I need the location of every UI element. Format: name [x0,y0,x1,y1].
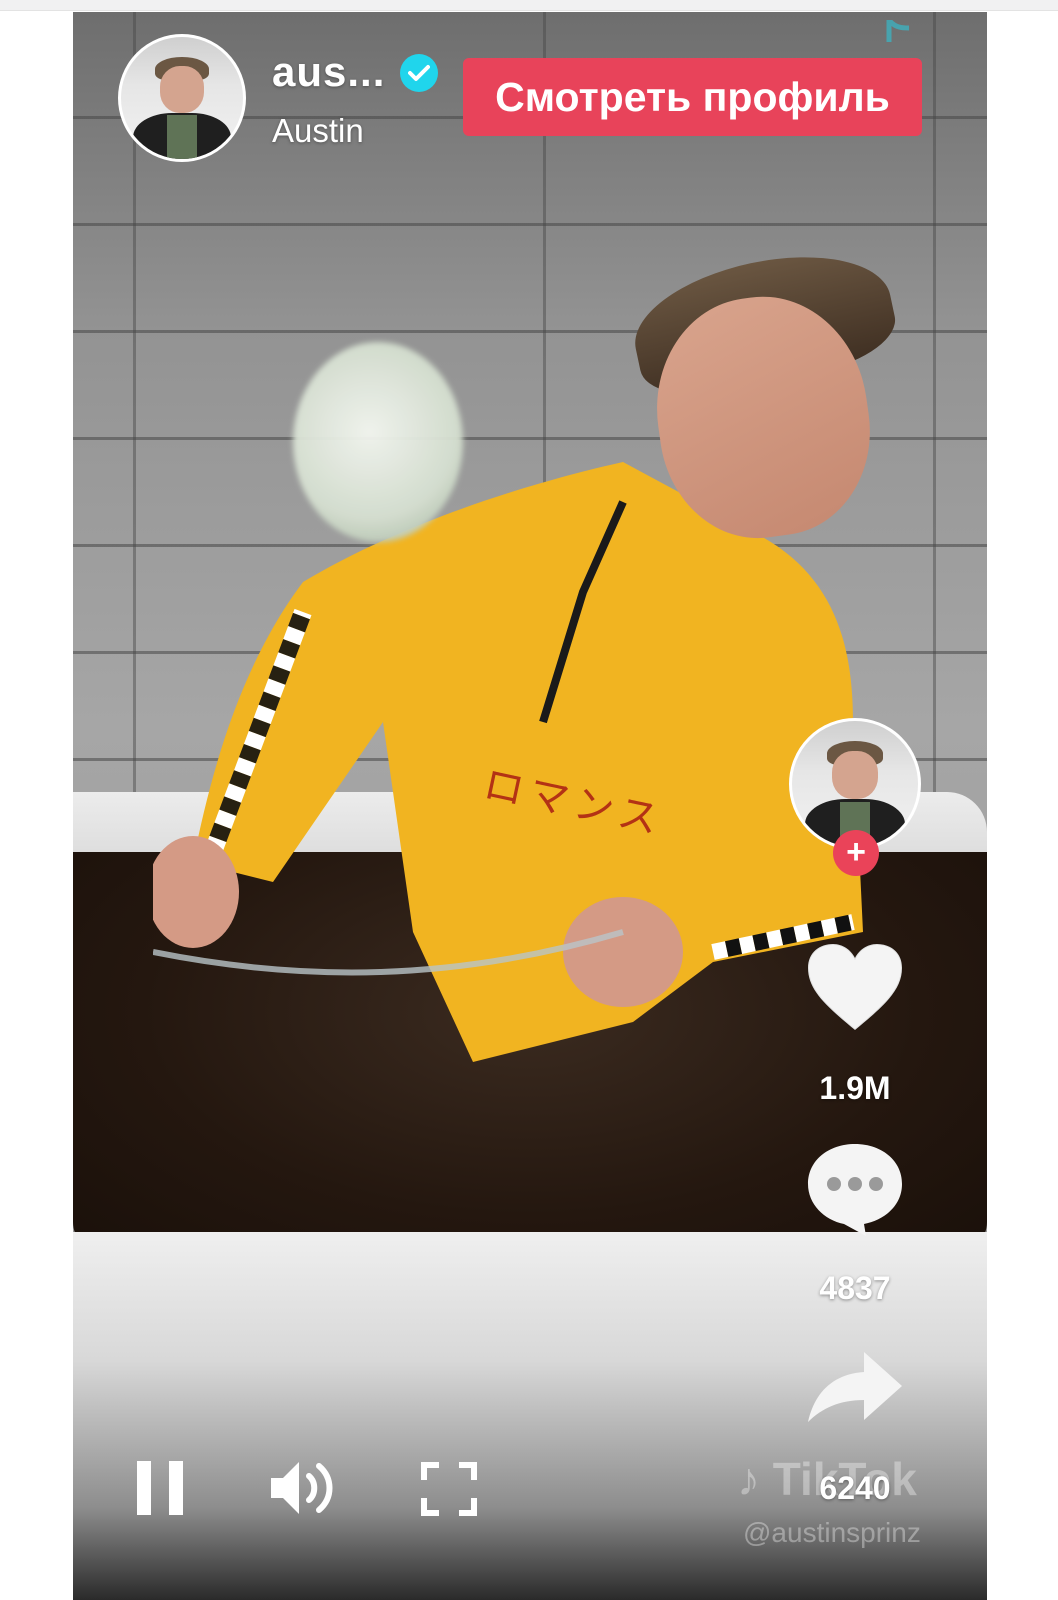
comment-icon[interactable] [806,1140,904,1238]
tiktok-logo-icon: ♪ [737,1453,760,1505]
blurred-ball [293,342,463,542]
heart-icon[interactable] [806,942,904,1034]
view-profile-button[interactable]: Смотреть профиль [463,58,922,136]
share-icon[interactable] [806,1350,904,1424]
fullscreen-icon[interactable] [421,1462,477,1516]
author-username[interactable]: aus... [272,48,385,96]
comments-count: 4837 [819,1270,891,1306]
browser-top-edge [0,0,1058,11]
follow-plus-button[interactable]: + [833,830,879,876]
author-avatar[interactable] [118,34,246,162]
likes-count: 1.9M [819,1070,891,1106]
author-display-name: Austin [272,112,364,149]
shares-count: 6240 [819,1470,891,1506]
verified-icon [400,54,438,92]
watermark-handle: @austinsprinz [743,1517,921,1548]
volume-icon[interactable] [269,1458,339,1518]
pause-icon[interactable] [133,1459,189,1517]
tiktok-corner-icon [886,20,910,42]
video-player[interactable]: ロマンス aus... Austin Смотреть профиль + 1.… [73,12,987,1600]
